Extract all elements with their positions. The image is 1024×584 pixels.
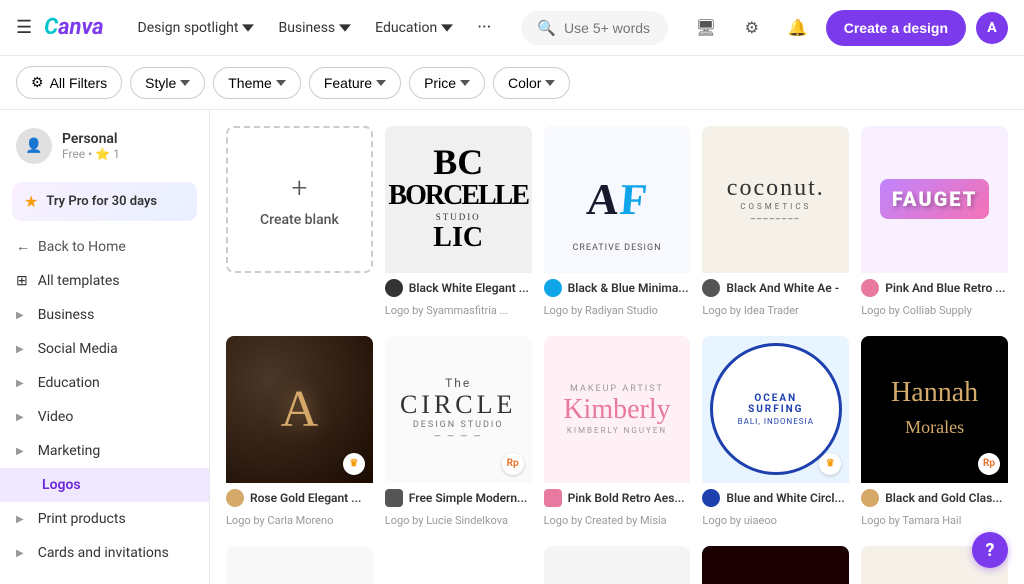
card-author: Logo by Radiyan Studio [544, 304, 658, 317]
sidebar: 👤 Personal Free • ⭐ 1 ★ Try Pro for 30 d… [0, 110, 210, 584]
template-card-r-logo[interactable]: R [385, 546, 532, 584]
card-author: Logo by Idea Trader [702, 304, 798, 317]
template-card-kimberly[interactable]: MAKEUP ARTIST Kimberly KIMBERLY NGUYEN P… [544, 336, 691, 534]
sidebar-item-print-products[interactable]: ▶ Print products [0, 502, 209, 536]
main-layout: 👤 Personal Free • ⭐ 1 ★ Try Pro for 30 d… [0, 110, 1024, 584]
chevron-right-icon: ▶ [16, 548, 24, 559]
username: Personal [62, 131, 120, 147]
sidebar-item-education[interactable]: ▶ Education [0, 366, 209, 400]
plus-icon: + [291, 171, 307, 204]
sidebar-item-cards-invitations[interactable]: ▶ Cards and invitations [0, 536, 209, 570]
chevron-right-icon: ▶ [16, 514, 24, 525]
card-title: Black & Blue Minima... [568, 281, 689, 295]
card-title: Black And White Ae - [726, 281, 839, 295]
settings-icon[interactable]: ⚙ [734, 10, 770, 46]
create-blank-card[interactable]: + Create blank [226, 126, 373, 324]
template-card-af[interactable]: AF CREATIVE DESIGN Black & Blue Minima..… [544, 126, 691, 324]
sidebar-item-social-media[interactable]: ▶ Social Media [0, 332, 209, 366]
card-title: Black and Gold Clas... [885, 491, 1002, 505]
card-title: Pink Bold Retro Aes... [568, 491, 685, 505]
user-plan: Free • ⭐ 1 [62, 147, 120, 161]
pro-cta-label: Try Pro for 30 days [46, 194, 157, 209]
back-to-home-button[interactable]: ← Back to Home [0, 229, 209, 264]
create-blank-label: Create blank [260, 212, 339, 228]
filter-icon: ⚙ [31, 74, 44, 91]
chevron-right-icon: ▶ [16, 378, 24, 389]
star-icon: ★ [24, 192, 38, 211]
card-author: Logo by Carla Moreno [226, 514, 333, 527]
template-card-circle[interactable]: The CIRCLE DESIGN STUDIO — — — — Rp Free… [385, 336, 532, 534]
card-title: Free Simple Modern... [409, 491, 527, 505]
card-title: Rose Gold Elegant ... [250, 491, 361, 505]
nav-design-spotlight[interactable]: Design spotlight [128, 14, 265, 42]
theme-filter-button[interactable]: Theme [213, 67, 301, 99]
template-card-dani[interactable]: DANI [544, 546, 691, 584]
user-info: Personal Free • ⭐ 1 [62, 131, 120, 161]
card-author: Logo by Syammasfitria ... [385, 304, 509, 317]
canva-logo[interactable]: Canva [44, 15, 103, 40]
hamburger-icon[interactable]: ☰ [16, 17, 32, 38]
sidebar-item-video[interactable]: ▶ Video [0, 400, 209, 434]
filter-bar: ⚙ All Filters Style Theme Feature Price … [0, 56, 1024, 110]
sidebar-item-create-team[interactable]: 👥 Create a team [0, 578, 209, 584]
templates-grid: + Create blank BC BORCELLE STUDIO LIC [226, 126, 1008, 584]
card-title: Blue and White Circl... [726, 491, 844, 505]
card-author: Logo by Lucie Sindelkova [385, 514, 508, 527]
card-author: Logo by Colliab Supply [861, 304, 972, 317]
help-button[interactable]: ? [972, 532, 1008, 568]
template-card-hannah[interactable]: HannahMorales Rp Black and Gold Clas... … [861, 336, 1008, 534]
card-title: Black White Elegant ... [409, 281, 529, 295]
create-design-button[interactable]: Create a design [826, 10, 966, 46]
nav-right-actions: 🖥 ⚙ 🔔 Create a design A [688, 10, 1008, 46]
content-area: + Create blank BC BORCELLE STUDIO LIC [210, 110, 1024, 584]
bell-icon[interactable]: 🔔 [780, 10, 816, 46]
template-card-borcelle[interactable]: BC BORCELLE STUDIO LIC Black White Elega… [385, 126, 532, 324]
pro-cta-button[interactable]: ★ Try Pro for 30 days [12, 182, 197, 221]
search-icon: 🔍 [537, 19, 556, 37]
color-filter-button[interactable]: Color [493, 67, 570, 99]
nav-business[interactable]: Business [268, 14, 361, 42]
user-avatar: 👤 [16, 128, 52, 164]
sidebar-item-all-templates[interactable]: ⊞ All templates [0, 264, 209, 298]
template-card-coconut[interactable]: coconut. COSMETICS ━━━━━━━━ Black And Wh… [702, 126, 849, 324]
card-author: Logo by Tamara Hail [861, 514, 961, 527]
chevron-right-icon: ▶ [16, 412, 24, 423]
card-author: Logo by Created by Misia [544, 514, 667, 527]
template-card-rose-gold[interactable]: A ♛ Rose Gold Elegant ... Logo by Carla … [226, 336, 373, 534]
sidebar-item-business[interactable]: ▶ Business [0, 298, 209, 332]
template-card-sabrina[interactable]: Sabrina [226, 546, 373, 584]
search-input[interactable] [564, 20, 652, 36]
card-title: Pink And Blue Retro ... [885, 281, 1005, 295]
all-filters-button[interactable]: ⚙ All Filters [16, 66, 122, 99]
sidebar-item-logos[interactable]: Logos [0, 468, 209, 502]
chevron-right-icon: ▶ [16, 344, 24, 355]
back-arrow-icon: ← [16, 238, 30, 255]
style-filter-button[interactable]: Style [130, 67, 205, 99]
nav-education[interactable]: Education [365, 14, 463, 42]
monitor-icon[interactable]: 🖥 [688, 10, 724, 46]
search-bar[interactable]: 🔍 [521, 11, 667, 45]
nav-items: Design spotlight Business Education ··· [128, 11, 502, 44]
feature-filter-button[interactable]: Feature [309, 67, 401, 99]
template-card-ocean[interactable]: OCEANSURFING BALI, INDONESIA ♛ Blue and … [702, 336, 849, 534]
top-nav: ☰ Canva Design spotlight Business Educat… [0, 0, 1024, 56]
template-card-fauget[interactable]: FAUGET Pink And Blue Retro ... Logo by C… [861, 126, 1008, 324]
price-filter-button[interactable]: Price [409, 67, 485, 99]
template-card-superboy[interactable]: SUPERBOY [702, 546, 849, 584]
grid-icon: ⊞ [16, 273, 28, 289]
card-author: Logo by uiaeoo [702, 514, 777, 527]
chevron-right-icon: ▶ [16, 310, 24, 321]
avatar[interactable]: A [976, 12, 1008, 44]
nav-more-icon[interactable]: ··· [467, 11, 501, 44]
chevron-right-icon: ▶ [16, 446, 24, 457]
sidebar-item-marketing[interactable]: ▶ Marketing [0, 434, 209, 468]
sidebar-user[interactable]: 👤 Personal Free • ⭐ 1 [0, 118, 209, 174]
